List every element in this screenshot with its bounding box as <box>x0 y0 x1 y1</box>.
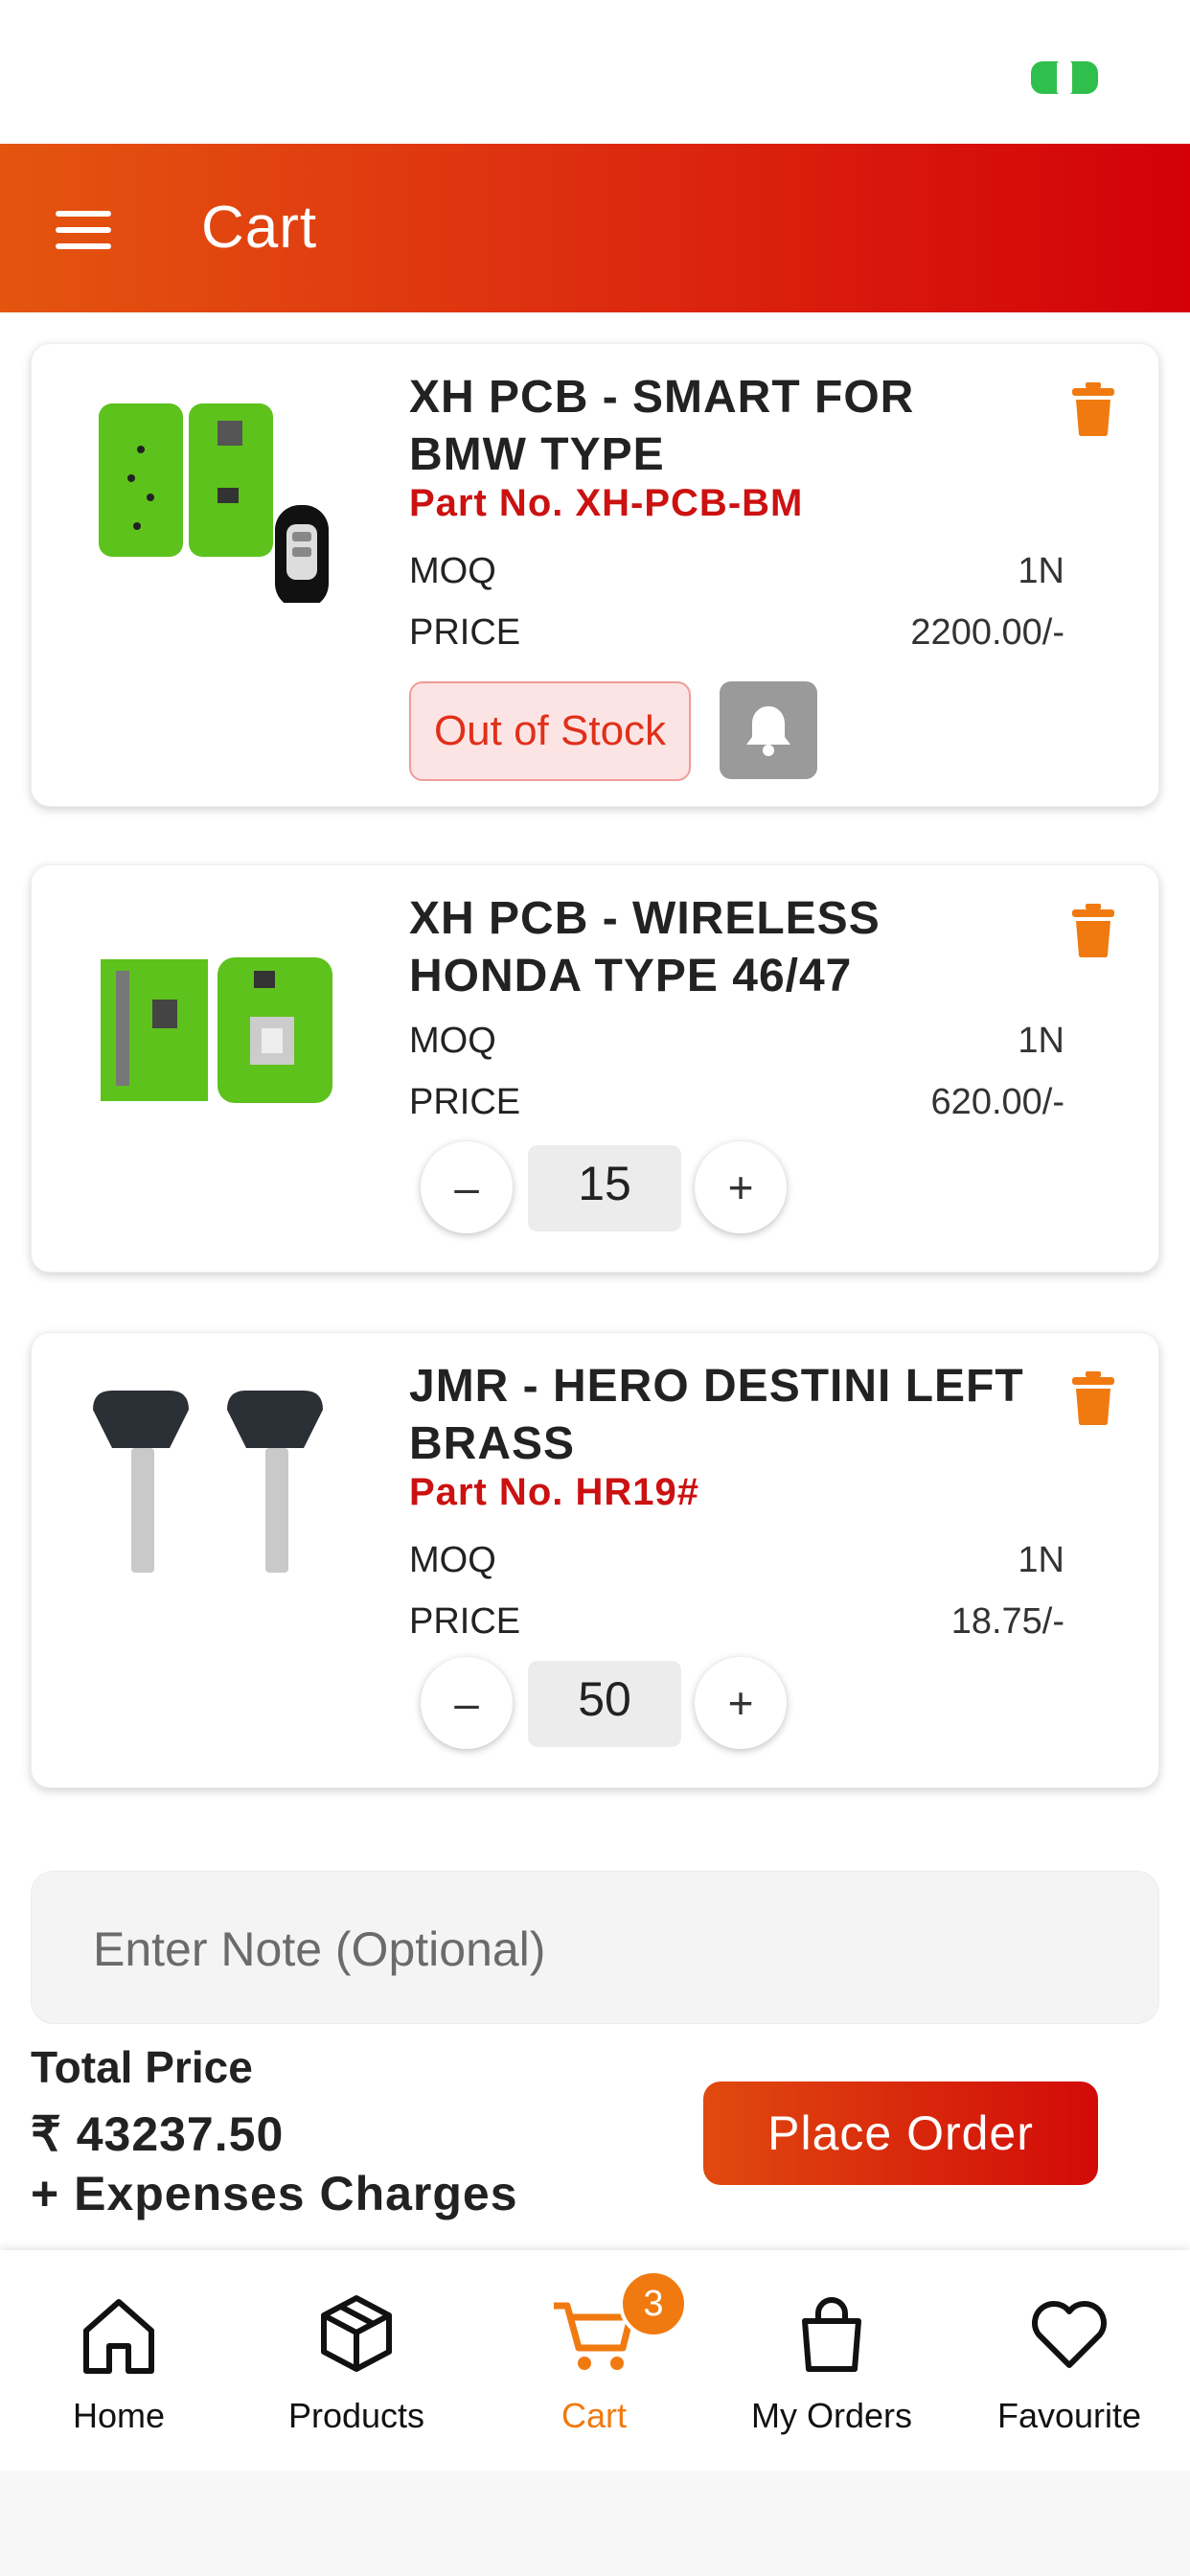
note-input[interactable] <box>91 1910 1110 1989</box>
tab-home[interactable]: Home <box>0 2250 238 2471</box>
moq-label: MOQ <box>409 1540 496 1580</box>
place-order-button[interactable]: Place Order <box>703 2082 1098 2185</box>
moq-value: 1N <box>1018 551 1064 591</box>
price-label: PRICE <box>409 1601 521 1642</box>
moq-row: MOQ 1N <box>409 1021 1064 1062</box>
price-row: PRICE 620.00/- <box>409 1082 1064 1123</box>
price-label: PRICE <box>409 612 521 653</box>
total-price-label: Total Price <box>31 2042 253 2092</box>
product-image <box>99 403 329 603</box>
hamburger-menu-icon[interactable] <box>56 211 111 249</box>
cart-item-card: XH PCB - WIRELESS HONDA TYPE 46/47 MOQ 1… <box>31 864 1159 1273</box>
tab-label: Home <box>72 2396 166 2435</box>
tab-label: Favourite <box>996 2396 1142 2435</box>
tab-my-orders[interactable]: My Orders <box>713 2250 950 2471</box>
product-name: XH PCB - WIRELESS HONDA TYPE 46/47 <box>409 893 881 1001</box>
quantity-value[interactable]: 50 <box>528 1661 681 1747</box>
price-value: 2200.00/- <box>910 612 1064 653</box>
status-bar <box>0 0 1190 144</box>
delete-trash-icon[interactable] <box>1072 904 1114 957</box>
expenses-charges-note: + Expenses Charges <box>31 2167 518 2220</box>
tab-favourite[interactable]: Favourite <box>950 2250 1188 2471</box>
product-name: JMR - HERO DESTINI LEFT BRASS <box>409 1361 1024 1469</box>
moq-label: MOQ <box>409 551 496 591</box>
part-number: Part No. HR19# <box>409 1471 699 1513</box>
product-name: XH PCB - SMART FOR BMW TYPE <box>409 372 915 480</box>
tab-label: Cart <box>561 2396 627 2435</box>
tab-products[interactable]: Products <box>238 2250 475 2471</box>
notify-bell-button[interactable] <box>720 681 817 779</box>
heart-icon <box>1032 2301 1107 2368</box>
increase-quantity-button[interactable]: + <box>695 1657 787 1749</box>
home-icon <box>83 2299 154 2374</box>
moq-row: MOQ 1N <box>409 551 1064 592</box>
cart-item-card: JMR - HERO DESTINI LEFT BRASS Part No. H… <box>31 1332 1159 1788</box>
quantity-value[interactable]: 15 <box>528 1145 681 1231</box>
page-title: Cart <box>201 195 318 261</box>
price-row: PRICE 2200.00/- <box>409 612 1064 654</box>
moq-value: 1N <box>1018 1021 1064 1061</box>
bell-icon <box>746 706 790 756</box>
delete-trash-icon[interactable] <box>1072 382 1114 436</box>
box-icon <box>321 2295 392 2372</box>
delete-trash-icon[interactable] <box>1072 1371 1114 1425</box>
cart-item-card: XH PCB - SMART FOR BMW TYPE Part No. XH-… <box>31 343 1159 807</box>
price-value: 18.75/- <box>950 1601 1064 1642</box>
tab-label: My Orders <box>750 2396 912 2435</box>
price-row: PRICE 18.75/- <box>409 1601 1064 1643</box>
moq-value: 1N <box>1018 1540 1064 1580</box>
moq-row: MOQ 1N <box>409 1540 1064 1581</box>
tab-label: Products <box>287 2396 425 2435</box>
total-price-value: ₹ 43237.50 <box>31 2107 285 2161</box>
price-value: 620.00/- <box>930 1082 1064 1122</box>
decrease-quantity-button[interactable]: – <box>421 1657 513 1749</box>
product-image <box>101 957 332 1103</box>
increase-quantity-button[interactable]: + <box>695 1141 787 1233</box>
cart-count-badge: 3 <box>619 2269 688 2338</box>
call-indicator-icon <box>1031 61 1098 94</box>
bag-icon <box>802 2297 861 2372</box>
part-number: Part No. XH-PCB-BM <box>409 482 804 524</box>
bottom-tab-bar: Home Products 3 Cart My Orders Favourite <box>0 2250 1190 2471</box>
price-label: PRICE <box>409 1082 521 1122</box>
moq-label: MOQ <box>409 1021 496 1061</box>
product-image <box>93 1391 323 1573</box>
app-header: Cart <box>0 144 1190 312</box>
note-field-container <box>31 1871 1159 2024</box>
tab-cart[interactable]: 3 Cart <box>475 2250 713 2471</box>
decrease-quantity-button[interactable]: – <box>421 1141 513 1233</box>
out-of-stock-badge: Out of Stock <box>409 681 691 781</box>
home-indicator-area <box>0 2471 1190 2576</box>
